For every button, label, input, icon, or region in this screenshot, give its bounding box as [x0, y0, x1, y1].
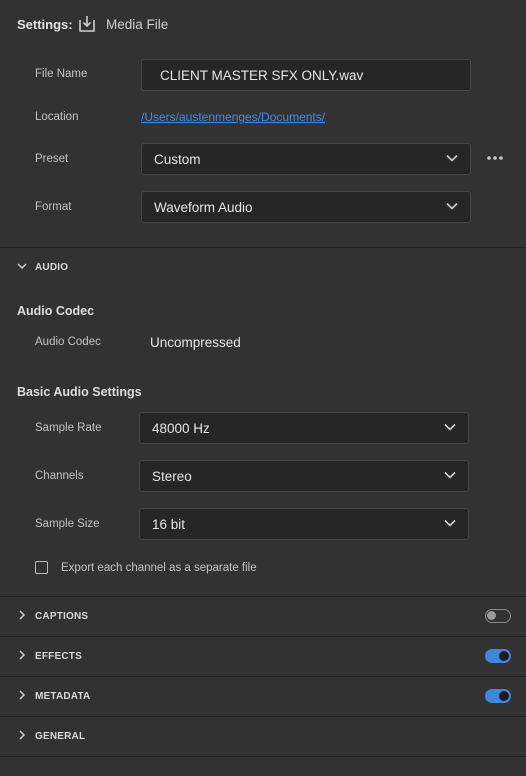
audio-section-header[interactable]: AUDIO: [17, 259, 217, 277]
divider: [0, 596, 526, 597]
location-label: Location: [35, 111, 79, 123]
format-value: Waveform Audio: [154, 199, 253, 215]
audio-codec-heading: Audio Codec: [17, 304, 95, 318]
chevron-down-icon: [17, 263, 27, 270]
chevron-down-icon: [446, 202, 458, 210]
divider: [0, 636, 526, 637]
audio-codec-value: Uncompressed: [150, 335, 241, 350]
file-name-label: File Name: [35, 68, 88, 80]
divider: [0, 716, 526, 717]
channels-value: Stereo: [152, 468, 192, 484]
more-options-icon[interactable]: [486, 152, 504, 164]
export-icon[interactable]: [78, 15, 96, 33]
audio-codec-label: Audio Codec: [35, 336, 101, 348]
preset-select[interactable]: Custom: [141, 143, 471, 175]
toggle-knob: [499, 691, 509, 701]
separate-file-label: Export each channel as a separate file: [61, 562, 257, 574]
captions-toggle[interactable]: [485, 609, 511, 623]
settings-label: Settings:: [17, 17, 73, 32]
location-link[interactable]: /Users/austenmenges/Documents/: [141, 110, 325, 124]
channels-select[interactable]: Stereo: [139, 460, 469, 492]
sample-rate-select[interactable]: 48000 Hz: [139, 412, 469, 444]
divider: [0, 247, 526, 248]
general-section-title: GENERAL: [35, 731, 86, 742]
preset-value: Custom: [154, 151, 201, 167]
chevron-down-icon: [444, 423, 456, 431]
audio-section-title: AUDIO: [35, 262, 69, 273]
chevron-down-icon: [444, 471, 456, 479]
media-file-title: Media File: [106, 17, 169, 32]
divider: [0, 676, 526, 677]
file-name-value: CLIENT MASTER SFX ONLY.wav: [160, 67, 364, 83]
metadata-section-header[interactable]: METADATA: [17, 687, 217, 705]
chevron-right-icon: [19, 690, 26, 700]
file-name-input[interactable]: CLIENT MASTER SFX ONLY.wav: [141, 59, 471, 91]
chevron-down-icon: [446, 154, 458, 162]
general-section-header[interactable]: GENERAL: [17, 727, 217, 745]
sample-size-select[interactable]: 16 bit: [139, 508, 469, 540]
sample-rate-label: Sample Rate: [35, 422, 102, 434]
metadata-toggle[interactable]: [485, 689, 511, 703]
sample-rate-value: 48000 Hz: [152, 420, 210, 436]
basic-audio-settings-heading: Basic Audio Settings: [17, 385, 142, 399]
chevron-down-icon: [444, 519, 456, 527]
divider: [0, 756, 526, 757]
chevron-right-icon: [19, 610, 26, 620]
effects-section-header[interactable]: EFFECTS: [17, 647, 217, 665]
captions-section-header[interactable]: CAPTIONS: [17, 607, 217, 625]
sample-size-value: 16 bit: [152, 516, 186, 532]
chevron-right-icon: [19, 730, 26, 740]
format-label: Format: [35, 201, 72, 213]
toggle-knob: [487, 611, 496, 620]
metadata-section-title: METADATA: [35, 691, 91, 702]
separate-file-checkbox[interactable]: [35, 561, 48, 574]
effects-section-title: EFFECTS: [35, 651, 82, 662]
sample-size-label: Sample Size: [35, 518, 100, 530]
preset-label: Preset: [35, 153, 69, 165]
format-select[interactable]: Waveform Audio: [141, 191, 471, 223]
chevron-right-icon: [19, 650, 26, 660]
effects-toggle[interactable]: [485, 649, 511, 663]
channels-label: Channels: [35, 470, 84, 482]
captions-section-title: CAPTIONS: [35, 611, 89, 622]
toggle-knob: [499, 651, 509, 661]
